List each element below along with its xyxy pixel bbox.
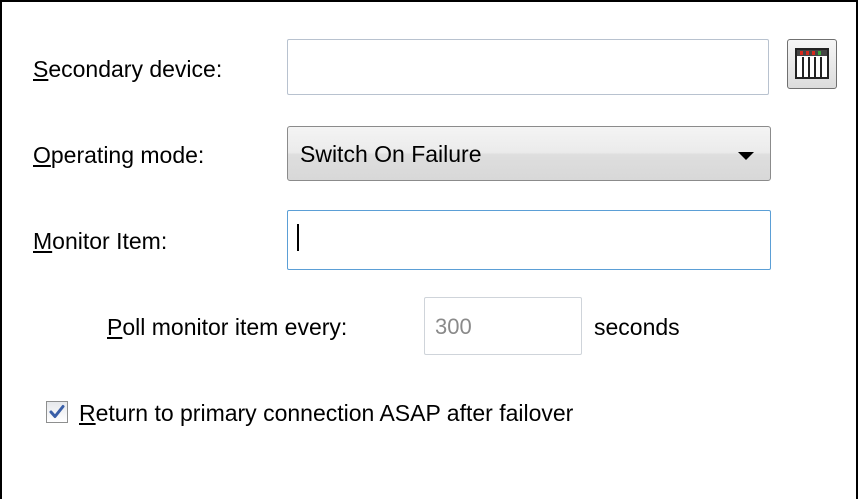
return-primary-checkbox[interactable] bbox=[46, 401, 68, 423]
poll-interval-unit: seconds bbox=[594, 314, 680, 340]
operating-mode-label: Operating mode: bbox=[33, 142, 205, 168]
checkmark-icon bbox=[49, 405, 65, 418]
operating-mode-selected: Switch On Failure bbox=[300, 141, 482, 167]
monitor-item-input[interactable] bbox=[287, 210, 771, 270]
dialog-panel: Secondary device: Operating mode: Switch… bbox=[0, 0, 858, 499]
monitor-item-label: Monitor Item: bbox=[33, 228, 168, 254]
poll-interval-input[interactable]: 300 bbox=[424, 297, 582, 355]
browse-device-button[interactable] bbox=[787, 39, 837, 89]
poll-interval-label: Poll monitor item every: bbox=[107, 314, 348, 340]
poll-interval-value: 300 bbox=[435, 314, 472, 339]
secondary-device-label: Secondary device: bbox=[33, 56, 223, 82]
chevron-down-icon bbox=[738, 152, 754, 160]
text-caret bbox=[297, 224, 299, 251]
device-list-icon bbox=[795, 48, 829, 79]
secondary-device-input[interactable] bbox=[287, 39, 769, 95]
operating-mode-select[interactable]: Switch On Failure bbox=[287, 126, 771, 181]
return-primary-label[interactable]: Return to primary connection ASAP after … bbox=[79, 399, 573, 427]
